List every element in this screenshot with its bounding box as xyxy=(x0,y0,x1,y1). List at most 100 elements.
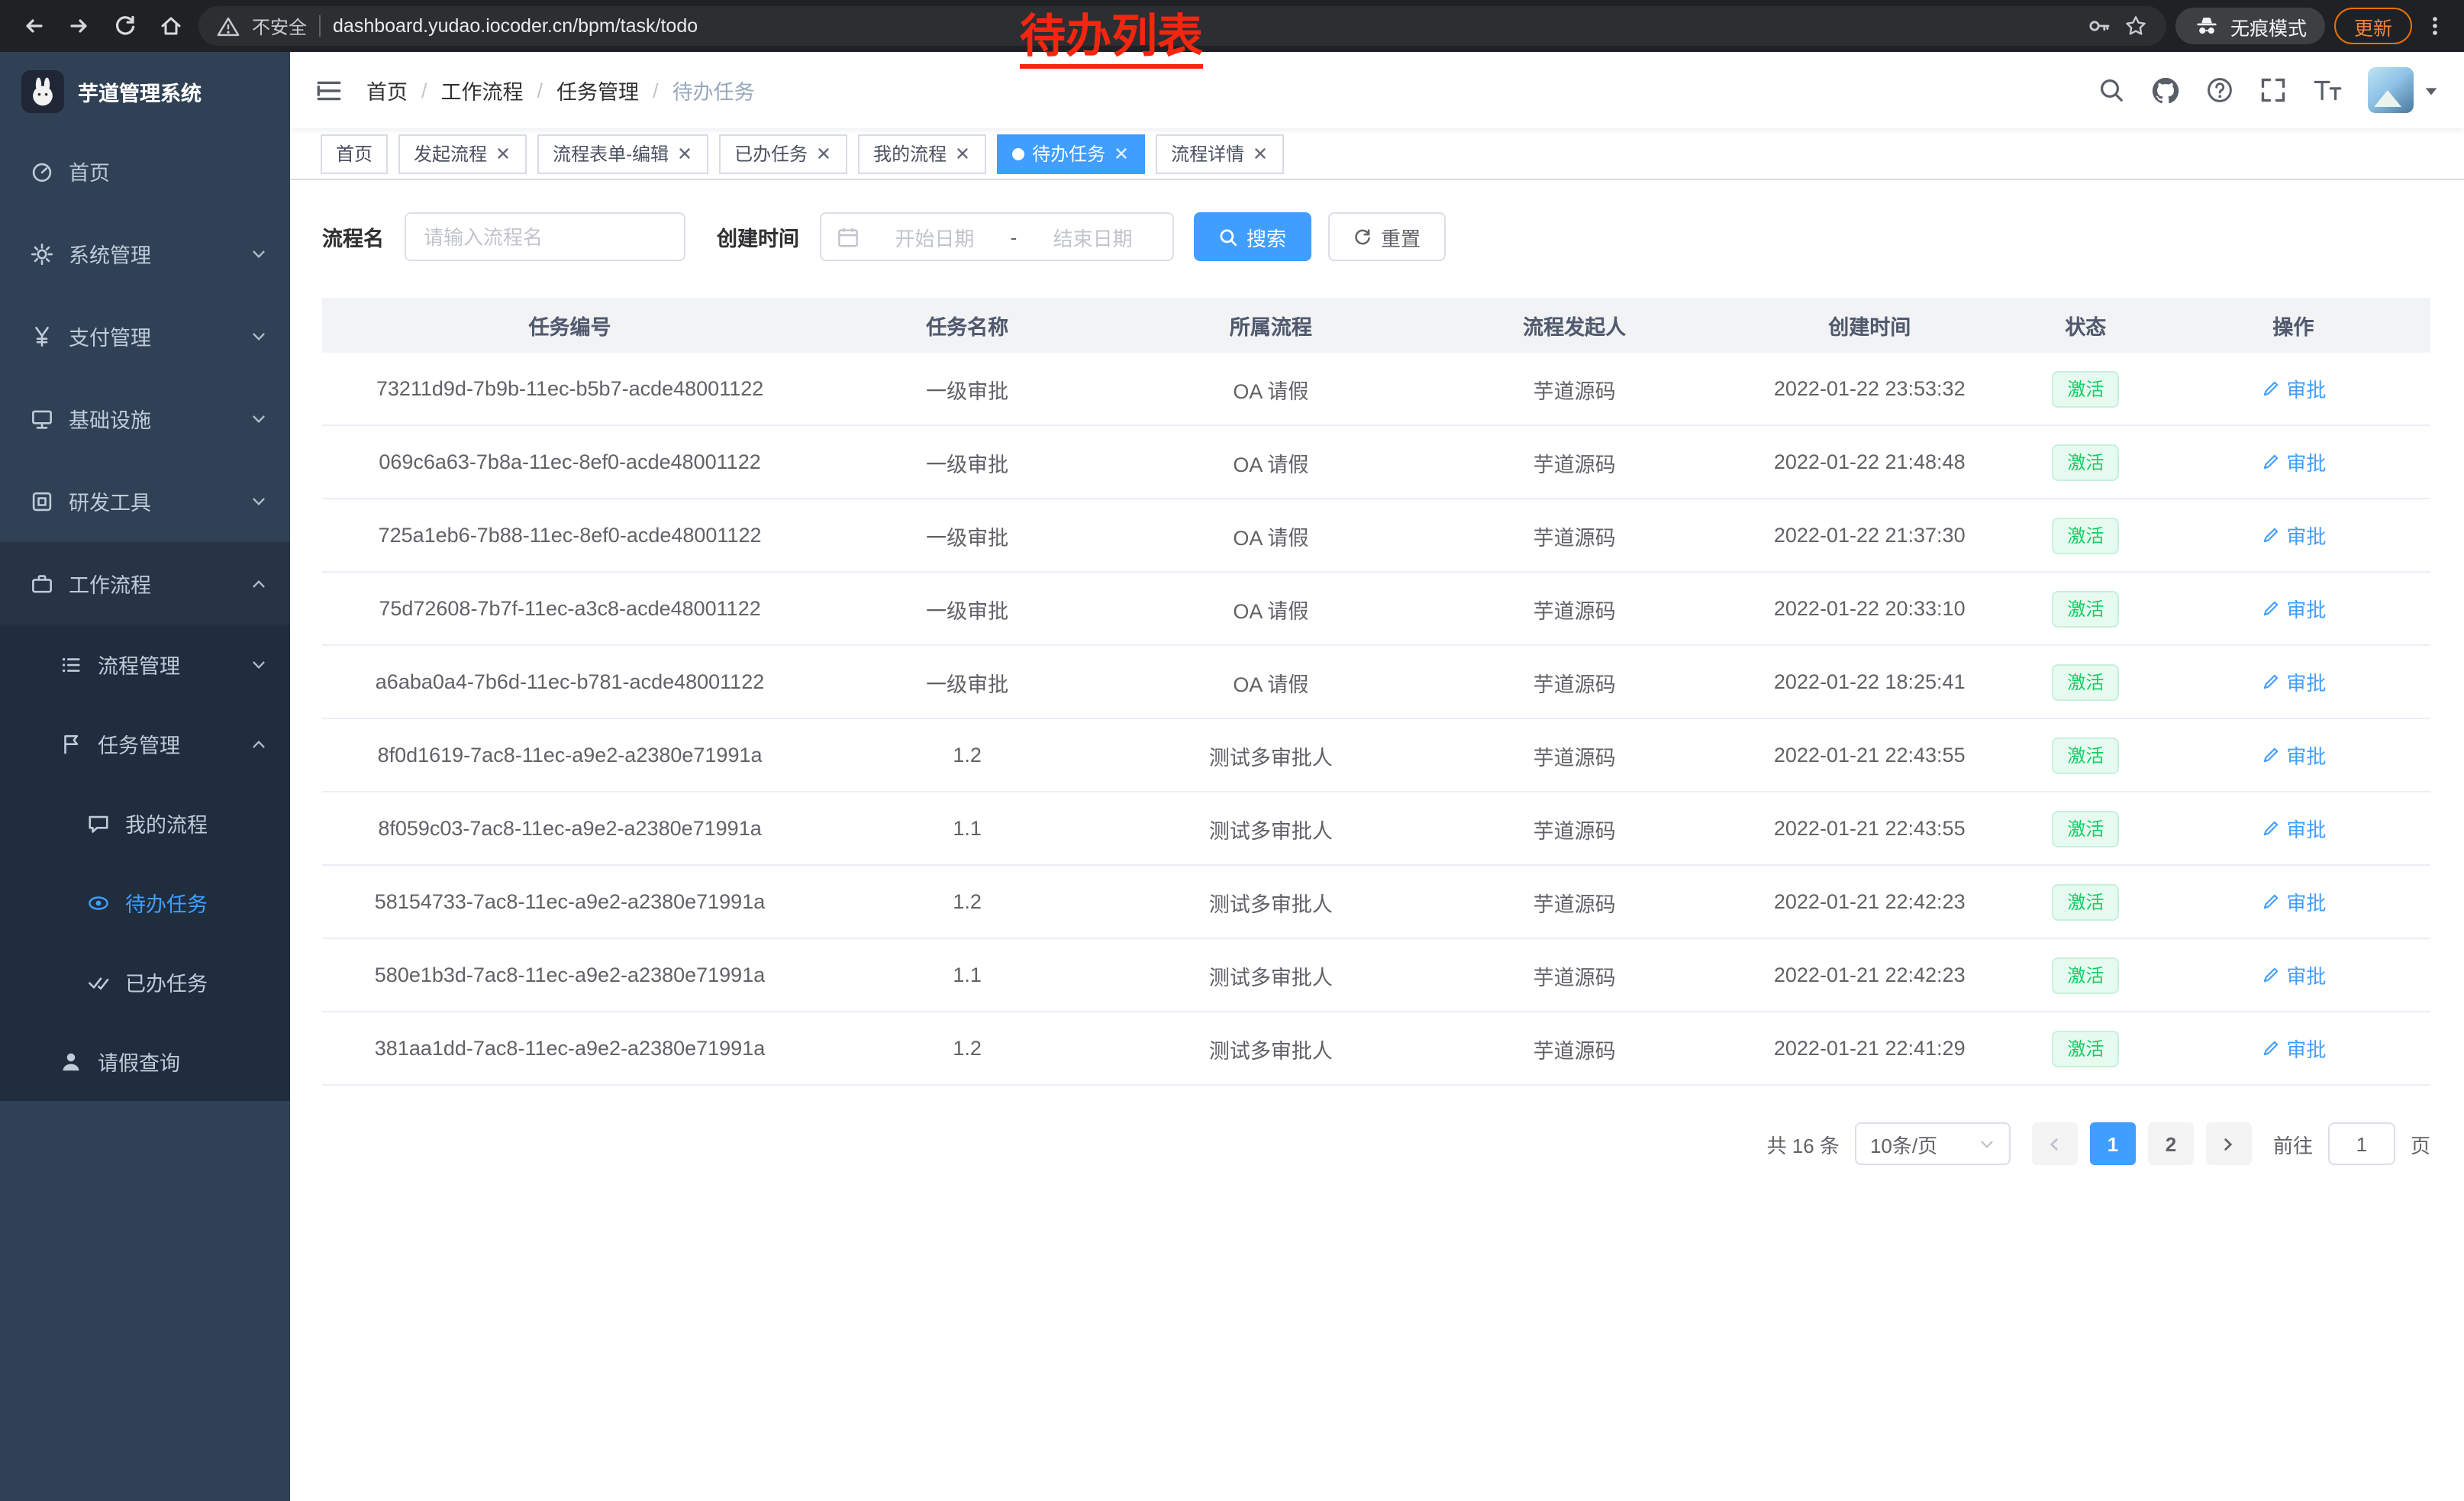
sidebar-item-todo-tasks[interactable]: 待办任务 xyxy=(0,863,290,942)
page-button-2[interactable]: 2 xyxy=(2148,1122,2194,1165)
page-size-select[interactable]: 10条/页 xyxy=(1855,1122,2011,1165)
approve-link[interactable]: 审批 xyxy=(2260,814,2326,843)
table-row[interactable]: 725a1eb6-7b88-11ec-8ef0-acde48001122 一级审… xyxy=(322,499,2430,573)
sidebar-item-label: 支付管理 xyxy=(69,321,151,351)
tab-close-icon[interactable] xyxy=(1113,145,1130,162)
sidebar-item-system[interactable]: 系统管理 xyxy=(0,212,290,295)
goto-page-input[interactable] xyxy=(2328,1122,2395,1165)
chat-bubble-icon xyxy=(87,812,110,834)
tab[interactable]: 流程表单-编辑 xyxy=(537,134,708,173)
cell-task-name: 一级审批 xyxy=(818,593,1117,624)
font-size-icon[interactable] xyxy=(2313,76,2342,104)
tab[interactable]: 首页 xyxy=(321,134,388,173)
breadcrumb-item[interactable]: 工作流程 xyxy=(441,75,524,105)
approve-link[interactable]: 审批 xyxy=(2260,374,2326,403)
approve-link[interactable]: 审批 xyxy=(2260,594,2326,623)
tab-close-icon[interactable] xyxy=(676,145,693,162)
cell-initiator: 芋道源码 xyxy=(1425,813,1724,844)
sidebar-item-done-tasks[interactable]: 已办任务 xyxy=(0,942,290,1022)
tab-close-icon[interactable] xyxy=(954,145,971,162)
table-row[interactable]: 58154733-7ac8-11ec-a9e2-a2380e71991a 1.2… xyxy=(322,866,2430,939)
cell-task-name: 一级审批 xyxy=(818,373,1117,404)
sidebar-item-leave-query[interactable]: 请假查询 xyxy=(0,1022,290,1101)
approve-link[interactable]: 审批 xyxy=(2260,741,2326,770)
incognito-badge: 无痕模式 xyxy=(2175,8,2325,44)
approve-link[interactable]: 审批 xyxy=(2260,667,2326,696)
update-button[interactable]: 更新 xyxy=(2334,8,2412,44)
breadcrumb-item[interactable]: 首页 xyxy=(366,75,408,105)
chevron-left-icon xyxy=(2046,1135,2063,1152)
cell-task-id: a6aba0a4-7b6d-11ec-b781-acde48001122 xyxy=(322,670,818,693)
user-menu[interactable] xyxy=(2368,67,2440,113)
tab-close-icon[interactable] xyxy=(815,145,832,162)
edit-pen-icon xyxy=(2260,599,2280,618)
sidebar-item-task-mgmt[interactable]: 任务管理 xyxy=(0,704,290,783)
cell-status: 激活 xyxy=(2015,1030,2156,1067)
sidebar-item-infrastructure[interactable]: 基础设施 xyxy=(0,377,290,460)
table-row[interactable]: 8f0d1619-7ac8-11ec-a9e2-a2380e71991a 1.2… xyxy=(322,719,2430,792)
cell-process: 测试多审批人 xyxy=(1117,960,1424,990)
tab-close-icon[interactable] xyxy=(495,145,511,162)
edit-pen-icon xyxy=(2260,965,2280,985)
approve-link[interactable]: 审批 xyxy=(2260,960,2326,989)
table-row[interactable]: a6aba0a4-7b6d-11ec-b781-acde48001122 一级审… xyxy=(322,646,2430,719)
forward-button[interactable] xyxy=(61,8,98,44)
tab-label: 已办任务 xyxy=(734,140,808,166)
help-icon[interactable] xyxy=(2206,76,2233,104)
table-row[interactable]: 75d72608-7b7f-11ec-a3c8-acde48001122 一级审… xyxy=(322,573,2430,646)
approve-link-label: 审批 xyxy=(2286,814,2326,843)
table-row[interactable]: 381aa1dd-7ac8-11ec-a9e2-a2380e71991a 1.2… xyxy=(322,1012,2430,1086)
tab[interactable]: 待办任务 xyxy=(997,134,1145,173)
reload-button[interactable] xyxy=(107,8,144,44)
search-icon[interactable] xyxy=(2098,76,2125,104)
password-key-icon[interactable] xyxy=(2087,14,2111,38)
sidebar-menu: 首页 系统管理 支付管理 基础设施 研发工具 xyxy=(0,130,290,1101)
approve-link[interactable]: 审批 xyxy=(2260,1034,2326,1063)
sidebar-item-process-mgmt[interactable]: 流程管理 xyxy=(0,625,290,704)
approve-link[interactable]: 审批 xyxy=(2260,887,2326,916)
sidebar-item-my-process[interactable]: 我的流程 xyxy=(0,783,290,863)
tab[interactable]: 发起流程 xyxy=(398,134,527,173)
app-logo-row: 芋道管理系统 xyxy=(0,52,290,130)
security-label: 不安全 xyxy=(252,13,307,39)
chevron-right-icon xyxy=(2221,1135,2237,1152)
sidebar-collapse-icon[interactable] xyxy=(314,76,343,105)
page-button-1[interactable]: 1 xyxy=(2090,1122,2136,1165)
sidebar-item-devtools[interactable]: 研发工具 xyxy=(0,460,290,542)
tab-close-icon[interactable] xyxy=(1252,145,1269,162)
table-row[interactable]: 069c6a63-7b8a-11ec-8ef0-acde48001122 一级审… xyxy=(322,426,2430,499)
tab[interactable]: 我的流程 xyxy=(858,134,986,173)
task-table: 任务编号 任务名称 所属流程 流程发起人 创建时间 状态 操作 73211d9d… xyxy=(322,298,2430,1086)
edit-pen-icon xyxy=(2260,892,2280,912)
sidebar-item-payment[interactable]: 支付管理 xyxy=(0,295,290,377)
back-button[interactable] xyxy=(15,8,52,44)
sidebar-item-home[interactable]: 首页 xyxy=(0,130,290,212)
sidebar-item-label: 请假查询 xyxy=(98,1046,180,1077)
fullscreen-icon[interactable] xyxy=(2259,76,2287,104)
prev-page-button[interactable] xyxy=(2032,1122,2078,1165)
breadcrumb-item[interactable]: 任务管理 xyxy=(556,75,639,105)
chevron-down-icon xyxy=(250,492,267,509)
table-row[interactable]: 580e1b3d-7ac8-11ec-a9e2-a2380e71991a 1.1… xyxy=(322,939,2430,1012)
sidebar-item-workflow[interactable]: 工作流程 xyxy=(0,542,290,625)
bookmark-star-icon[interactable] xyxy=(2124,14,2148,38)
date-range-picker[interactable]: 开始日期 - 结束日期 xyxy=(819,212,1173,261)
approve-link[interactable]: 审批 xyxy=(2260,447,2326,476)
process-name-input[interactable] xyxy=(404,212,685,261)
cell-task-name: 1.2 xyxy=(818,1037,1117,1060)
reset-button[interactable]: 重置 xyxy=(1327,212,1445,261)
table-row[interactable]: 8f059c03-7ac8-11ec-a9e2-a2380e71991a 1.1… xyxy=(322,792,2430,866)
approve-link[interactable]: 审批 xyxy=(2260,521,2326,550)
home-button[interactable] xyxy=(153,8,189,44)
search-button[interactable]: 搜索 xyxy=(1193,212,1311,261)
browser-chrome: 不安全 dashboard.yudao.iocoder.cn/bpm/task/… xyxy=(0,0,2464,52)
cell-initiator: 芋道源码 xyxy=(1425,960,1724,990)
status-badge: 激活 xyxy=(2052,590,2119,627)
github-icon[interactable] xyxy=(2151,76,2180,105)
table-row[interactable]: 73211d9d-7b9b-11ec-b5b7-acde48001122 一级审… xyxy=(322,353,2430,426)
browser-menu-icon[interactable] xyxy=(2421,14,2449,38)
cell-task-id: 8f059c03-7ac8-11ec-a9e2-a2380e71991a xyxy=(322,817,818,840)
tab[interactable]: 已办任务 xyxy=(719,134,847,173)
tab[interactable]: 流程详情 xyxy=(1156,134,1284,173)
next-page-button[interactable] xyxy=(2206,1122,2252,1165)
